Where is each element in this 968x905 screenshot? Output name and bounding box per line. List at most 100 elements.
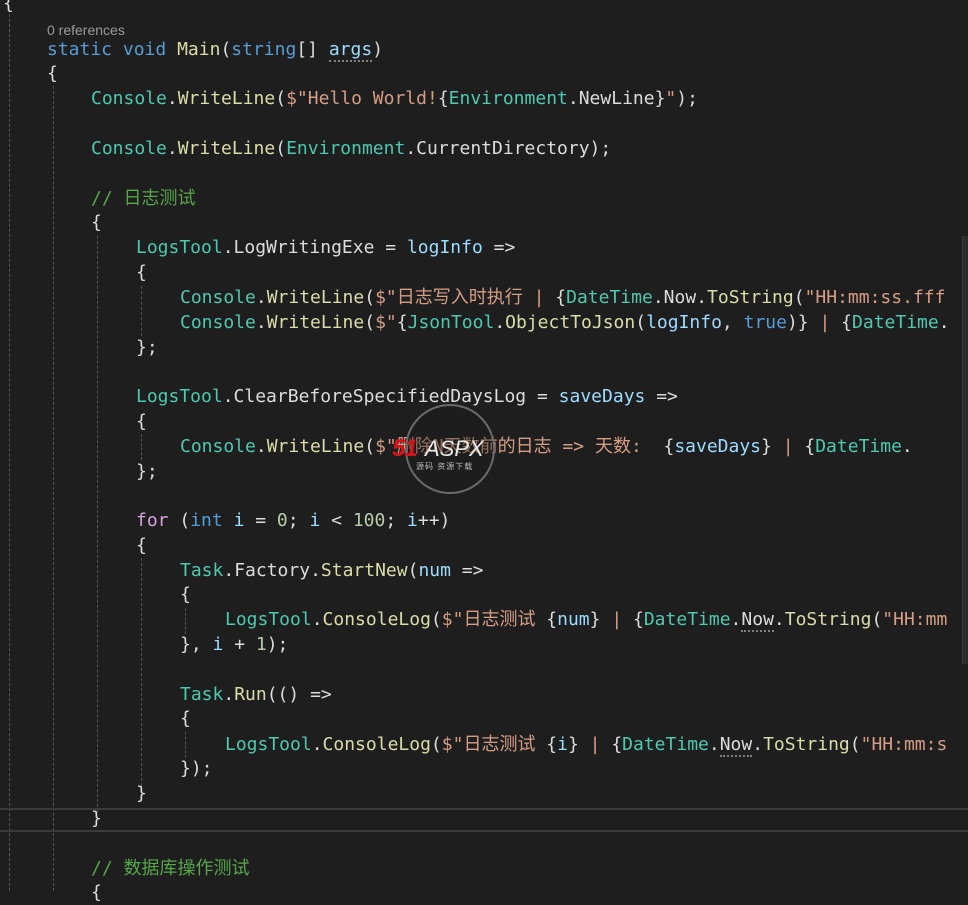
code-line[interactable]: } [136, 782, 147, 806]
code-token: { [396, 312, 408, 333]
code-token: LogsTool [225, 609, 312, 630]
code-token: string [231, 39, 297, 60]
code-line[interactable]: Console.WriteLine($"Hello World!{Environ… [91, 87, 698, 111]
code-token: Factory [234, 560, 311, 581]
code-token: = [374, 237, 407, 258]
code-token: LogsTool [136, 386, 223, 407]
code-token: [] [296, 39, 329, 60]
code-line[interactable]: } [91, 807, 102, 831]
indent-guide [53, 86, 54, 891]
code-token: // 日志测试 [91, 188, 196, 209]
code-token: // 数据库操作测试 [91, 858, 250, 879]
code-token: { [91, 212, 102, 233]
code-token: ; [287, 510, 310, 531]
code-token: { [555, 287, 567, 308]
code-token: . [311, 609, 323, 630]
code-token: . [311, 734, 323, 755]
code-token: ToString [763, 734, 850, 755]
code-token: } [589, 609, 601, 630]
code-token: . [773, 609, 785, 630]
code-line[interactable]: // 日志测试 [91, 187, 196, 211]
code-line[interactable]: { [180, 583, 191, 607]
code-token: . [222, 386, 234, 407]
code-token: WriteLine [266, 436, 365, 457]
code-line[interactable]: Task.Factory.StartNew(num => [180, 559, 483, 583]
code-token: Now [719, 734, 753, 757]
code-token: $"日志测试 [441, 734, 547, 755]
scrollbar-thumb[interactable] [962, 236, 968, 664]
code-line[interactable]: LogsTool.ConsoleLog($"日志测试 {i} | {DateTi… [225, 733, 947, 757]
code-token: ( [364, 287, 376, 308]
code-token: ); [589, 138, 612, 159]
code-token: $"日志测试 [441, 609, 547, 630]
code-token: )} [786, 312, 809, 333]
code-token: DateTime [643, 609, 731, 630]
code-line[interactable]: { [136, 261, 147, 285]
code-token: { [546, 734, 558, 755]
code-line[interactable]: Console.WriteLine($"{JsonTool.ObjectToJs… [180, 311, 950, 335]
code-token: | [578, 734, 612, 755]
code-token: => [450, 560, 484, 581]
code-line[interactable]: LogsTool.LogWritingExe = logInfo => [136, 236, 515, 260]
indent-guide [141, 558, 142, 786]
indent-guide [141, 286, 142, 336]
code-token: (() => [266, 684, 332, 705]
code-token: + [223, 634, 256, 655]
code-token: . [494, 312, 506, 333]
code-line[interactable]: for (int i = 0; i < 100; i++) [136, 509, 450, 533]
code-token: { [91, 882, 102, 903]
code-token: Now [741, 609, 774, 632]
code-line[interactable]: // 数据库操作测试 [91, 857, 250, 881]
code-token: WriteLine [266, 312, 365, 333]
code-line[interactable]: }; [136, 460, 158, 484]
code-line[interactable]: { [91, 211, 102, 235]
code-line[interactable]: { [3, 0, 14, 16]
code-line[interactable]: { [136, 534, 147, 558]
code-token: . [255, 436, 267, 457]
code-line[interactable]: { [47, 62, 58, 86]
code-token: { [804, 436, 816, 457]
code-token: Now [663, 287, 697, 308]
code-line[interactable]: Console.WriteLine($"日志写入时执行 | {DateTime.… [180, 286, 945, 310]
code-token: ( [871, 609, 883, 630]
code-line[interactable]: Console.WriteLine(Environment.CurrentDir… [91, 137, 611, 161]
code-line[interactable]: Task.Run(() => [180, 683, 332, 707]
code-line[interactable]: }); [180, 757, 213, 781]
code-line[interactable]: LogsTool.ClearBeforeSpecifiedDaysLog = s… [136, 385, 678, 409]
code-token: . [223, 560, 235, 581]
code-line[interactable]: LogsTool.ConsoleLog($"日志测试 {num} | {Date… [225, 608, 947, 632]
code-token: . [405, 138, 417, 159]
code-token: . [901, 436, 913, 457]
code-token: } [91, 808, 102, 829]
code-line[interactable]: }, i + 1); [180, 633, 288, 657]
code-token: { [136, 411, 147, 432]
code-line[interactable]: { [136, 410, 147, 434]
code-token: ToString [707, 287, 794, 308]
code-token: Environment [448, 88, 568, 109]
code-token: WriteLine [177, 88, 276, 109]
code-token: Task [180, 560, 224, 581]
current-line-bottom [0, 830, 968, 832]
code-line[interactable]: { [180, 707, 191, 731]
code-token: $" [375, 312, 397, 333]
code-token: args [328, 39, 373, 62]
code-token: ( [849, 734, 861, 755]
code-token: . [652, 287, 664, 308]
indent-guide [9, 14, 10, 891]
code-token: "HH:mm:ss.fff [804, 287, 946, 308]
code-token: for [136, 510, 169, 531]
code-token: } [567, 734, 579, 755]
code-token: | [808, 312, 842, 333]
code-token: . [255, 287, 267, 308]
code-line[interactable]: Console.WriteLine($"删除N天数前的日志 => 天数: {sa… [180, 435, 913, 459]
code-line[interactable]: { [91, 881, 102, 905]
code-token: Console [180, 287, 256, 308]
code-line[interactable]: static void Main(string[] args) [47, 38, 383, 62]
code-token: DateTime [815, 436, 902, 457]
code-token: }, [180, 634, 213, 655]
code-line[interactable]: }; [136, 336, 158, 360]
code-token: ( [275, 138, 287, 159]
code-token: ( [430, 734, 442, 755]
